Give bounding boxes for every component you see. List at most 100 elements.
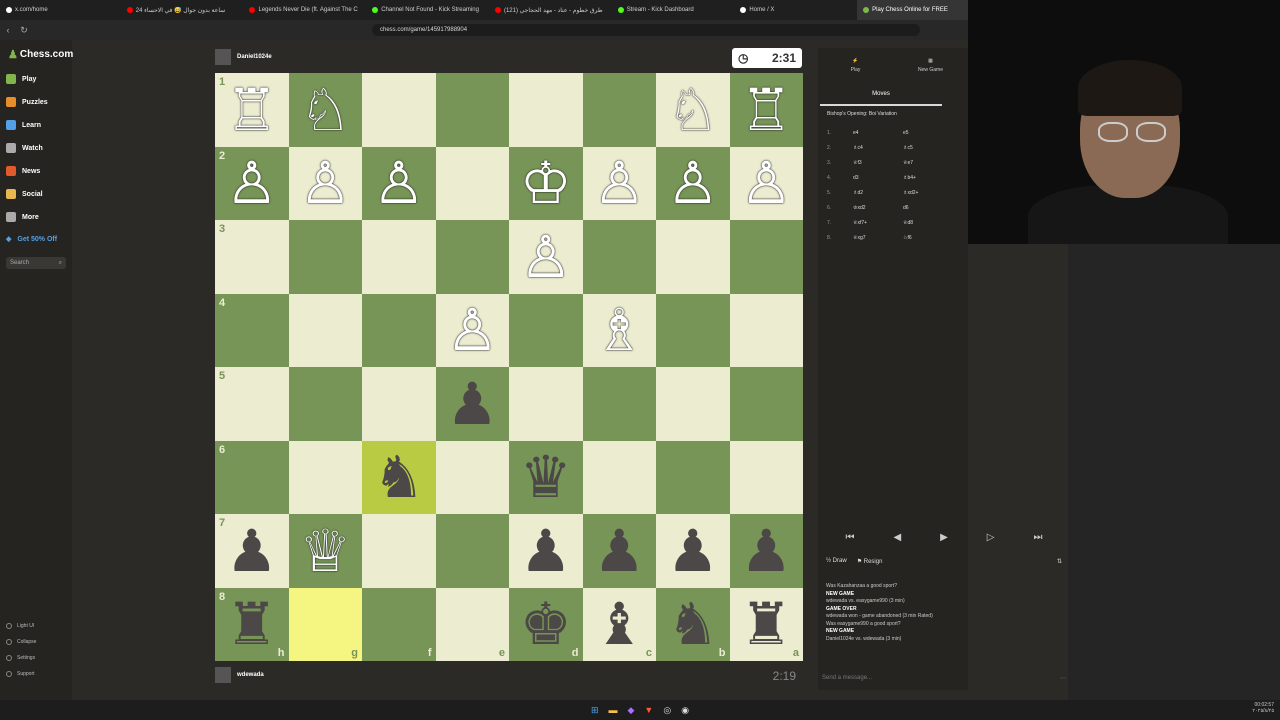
board-square[interactable]: ♙ — [435, 293, 509, 367]
back-icon[interactable]: ‹ — [0, 25, 16, 35]
resign-button[interactable]: ⚑ Resign — [857, 558, 883, 565]
board-square[interactable]: ♙ — [288, 146, 362, 220]
board-square[interactable]: ♔ — [509, 146, 583, 220]
sidebar-item-watch[interactable]: Watch — [6, 140, 43, 156]
board-square[interactable]: g — [288, 587, 362, 661]
flip-board-icon[interactable]: ⇅ — [1057, 558, 1062, 565]
promo-link[interactable]: ◆ Get 50% Off — [6, 231, 57, 247]
sidebar-item-more[interactable]: More — [6, 209, 39, 225]
browser-tab[interactable]: 24 ساعة بدون جوال 😅 في الاحساء — [121, 0, 244, 20]
sidebar-item-puzzles[interactable]: Puzzles — [6, 94, 48, 110]
avatar[interactable] — [215, 667, 231, 683]
board-square[interactable] — [729, 220, 803, 294]
black-queen-icon[interactable]: ♛ — [520, 448, 572, 506]
chesscom-logo[interactable]: ♟ Chess.com — [8, 48, 73, 61]
board-square[interactable]: ♞ — [362, 440, 436, 514]
black-knight-icon[interactable]: ♞ — [667, 595, 719, 653]
white-move[interactable]: ♗d2 — [853, 190, 903, 196]
white-pawn-icon[interactable]: ♙ — [226, 154, 278, 212]
board-square[interactable] — [656, 367, 730, 441]
white-pawn-icon[interactable]: ♙ — [667, 154, 719, 212]
board-square[interactable] — [582, 367, 656, 441]
tab-new-game[interactable]: ▦ New Game — [893, 50, 968, 80]
last-move-icon[interactable]: ⏭ — [1033, 532, 1042, 543]
black-move[interactable]: d6 — [903, 205, 953, 211]
board-square[interactable]: ♕ — [288, 514, 362, 588]
white-move[interactable]: ♕xf7+ — [853, 220, 903, 226]
board-square[interactable]: ♙ — [509, 220, 583, 294]
sidebar-bottom-support[interactable]: Support — [6, 671, 35, 677]
board-square[interactable]: ♖ — [729, 73, 803, 147]
sidebar-item-play[interactable]: Play — [6, 71, 36, 87]
black-move[interactable]: ♕e7 — [903, 160, 953, 166]
obs-icon[interactable]: ◉ — [681, 705, 689, 716]
sidebar-bottom-collapse[interactable]: Collapse — [6, 639, 36, 645]
white-move[interactable]: d3 — [853, 175, 903, 181]
board-square[interactable] — [729, 367, 803, 441]
file-explorer-icon[interactable]: ▬ — [608, 705, 617, 715]
black-pawn-icon[interactable]: ♟ — [593, 522, 645, 580]
black-move[interactable]: ♗b4+ — [903, 175, 953, 181]
board-square[interactable] — [656, 440, 730, 514]
white-move[interactable]: ♕f3 — [853, 160, 903, 166]
white-pawn-icon[interactable]: ♙ — [520, 228, 572, 286]
white-pawn-icon[interactable]: ♙ — [593, 154, 645, 212]
sidebar-item-news[interactable]: News — [6, 163, 40, 179]
black-move[interactable]: e5 — [903, 130, 953, 136]
browser-tab[interactable]: Home / X — [734, 0, 857, 20]
black-pawn-icon[interactable]: ♟ — [226, 522, 278, 580]
black-rook-icon[interactable]: ♜ — [740, 595, 792, 653]
board-square[interactable] — [362, 220, 436, 294]
white-pawn-icon[interactable]: ♙ — [373, 154, 425, 212]
black-move[interactable]: ♕d8 — [903, 220, 953, 226]
board-square[interactable]: 3 — [215, 220, 289, 294]
board-square[interactable]: ♟ — [435, 367, 509, 441]
white-rook-icon[interactable]: ♖ — [740, 81, 792, 139]
board-square[interactable] — [288, 293, 362, 367]
board-square[interactable] — [288, 440, 362, 514]
chat-input[interactable]: Send a message... ⋯ — [822, 672, 1066, 684]
board-square[interactable]: f — [362, 587, 436, 661]
sidebar-bottom-settings[interactable]: Settings — [6, 655, 35, 661]
board-square[interactable] — [362, 367, 436, 441]
board-square[interactable]: 6 — [215, 440, 289, 514]
white-pawn-icon[interactable]: ♙ — [740, 154, 792, 212]
board-square[interactable]: e — [435, 587, 509, 661]
board-square[interactable]: ♟ — [729, 514, 803, 588]
white-pawn-icon[interactable]: ♙ — [446, 301, 498, 359]
draw-button[interactable]: ½ Draw — [826, 558, 847, 564]
white-move[interactable]: e4 — [853, 130, 903, 136]
board-square[interactable]: 5 — [215, 367, 289, 441]
board-square[interactable] — [435, 514, 509, 588]
white-move[interactable]: ♔xd2 — [853, 205, 903, 211]
twitch-app-icon[interactable]: ◆ — [627, 705, 634, 716]
sidebar-item-social[interactable]: Social — [6, 186, 43, 202]
sidebar-search-input[interactable]: Search ⌕ — [6, 257, 66, 269]
reload-icon[interactable]: ↻ — [16, 25, 32, 36]
next-move-icon[interactable]: ▷ — [987, 532, 995, 543]
black-pawn-icon[interactable]: ♟ — [520, 522, 572, 580]
black-pawn-icon[interactable]: ♟ — [740, 522, 792, 580]
white-king-icon[interactable]: ♔ — [520, 154, 572, 212]
board-square[interactable]: 8 h ♜ — [215, 587, 289, 661]
white-move[interactable]: ♗c4 — [853, 145, 903, 151]
system-tray-clock[interactable]: 00:02:57 ٢٠٢٥/٨/٢٥ — [1252, 702, 1274, 714]
black-move[interactable]: ♗c5 — [903, 145, 953, 151]
white-queen-icon[interactable]: ♕ — [299, 522, 351, 580]
board-square[interactable] — [435, 220, 509, 294]
board-square[interactable] — [656, 293, 730, 367]
board-square[interactable] — [582, 73, 656, 147]
board-square[interactable]: 1 ♖ — [215, 73, 289, 147]
prev-move-icon[interactable]: ◀ — [893, 532, 901, 543]
board-square[interactable]: a ♜ — [729, 587, 803, 661]
black-king-icon[interactable]: ♚ — [520, 595, 572, 653]
black-move[interactable]: ♘f6 — [903, 235, 953, 241]
browser-tab[interactable]: Legends Never Die (ft. Against The C — [243, 0, 366, 20]
board-square[interactable] — [435, 146, 509, 220]
board-square[interactable] — [362, 514, 436, 588]
chess-board[interactable]: 1 ♖ ♘ ♘ ♖ 2 ♙ ♙ ♙ ♔ ♙ ♙ ♙ 3 ♙ 4 ♙ ♗ 5 ♟ 6 ♞ ♛ 7 ♟ ♕ ♟ ♟ ♟ ♟ 8 h ♜ g f e d ♚ c ♝… — [215, 73, 803, 661]
white-bishop-icon[interactable]: ♗ — [593, 301, 645, 359]
board-square[interactable] — [362, 73, 436, 147]
brave-browser-icon[interactable]: ▼ — [644, 705, 653, 715]
board-square[interactable] — [729, 440, 803, 514]
